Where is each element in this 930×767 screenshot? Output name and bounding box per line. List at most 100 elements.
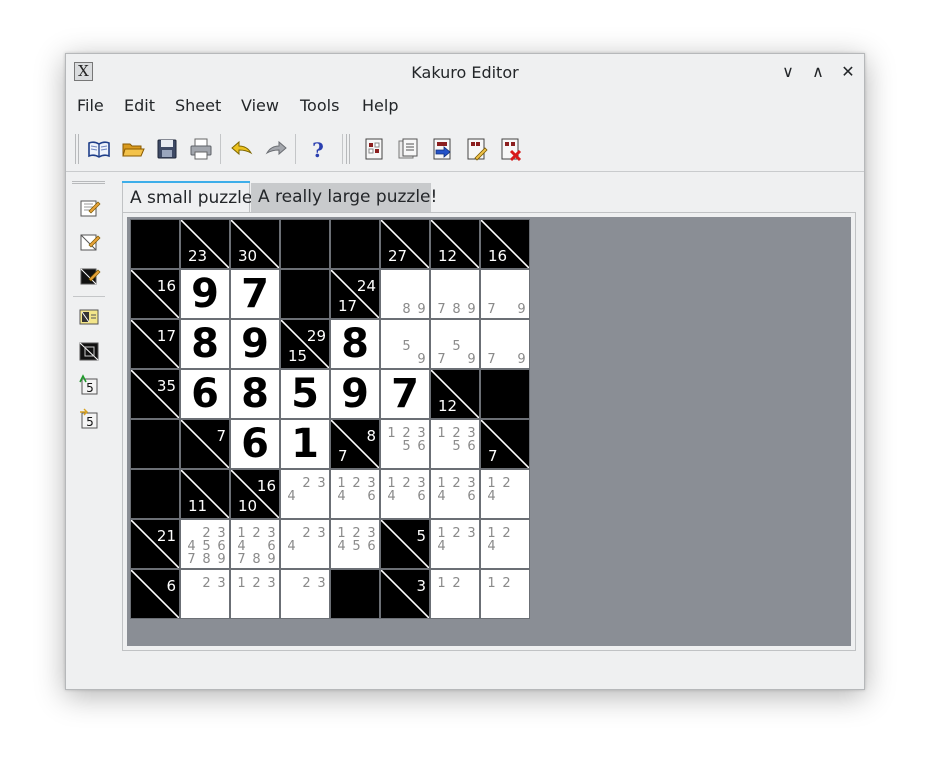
tab-small-puzzle[interactable]: A small puzzle	[122, 181, 252, 212]
open-folder-icon[interactable]	[120, 136, 146, 162]
value-cell[interactable]: 1	[280, 419, 330, 469]
candidate-cell[interactable]: 12346	[330, 469, 380, 519]
candidate-cell[interactable]: 12356	[430, 419, 480, 469]
sheet-copy-icon[interactable]	[395, 136, 421, 162]
clue-cell[interactable]: 16	[480, 219, 530, 269]
clue-cell[interactable]: 7	[480, 419, 530, 469]
value-cell[interactable]: 6	[230, 419, 280, 469]
book-icon[interactable]	[86, 136, 112, 162]
toolbar-grip[interactable]	[75, 134, 79, 164]
value-cell[interactable]: 8	[180, 319, 230, 369]
value-cell[interactable]: 9	[330, 369, 380, 419]
value-cell[interactable]: 8	[230, 369, 280, 419]
clue-cell[interactable]: 29 15	[280, 319, 330, 369]
clue-cell[interactable]: 30	[230, 219, 280, 269]
value-cell[interactable]: 7	[380, 369, 430, 419]
menu-edit[interactable]: Edit	[124, 96, 155, 115]
candidate-cell[interactable]: 1234	[430, 519, 480, 569]
blank-cell[interactable]	[330, 569, 380, 619]
candidate-cell[interactable]: 12	[480, 569, 530, 619]
candidate-cell[interactable]: 79	[480, 269, 530, 319]
clue-cell-icon[interactable]	[76, 304, 102, 330]
blank-cell[interactable]	[130, 219, 180, 269]
clue-cell[interactable]: 24 17	[330, 269, 380, 319]
clue-cell[interactable]: 17	[130, 319, 180, 369]
edit-cell-icon[interactable]	[76, 195, 102, 221]
clue-cell[interactable]: 5	[380, 519, 430, 569]
maximize-button[interactable]: ∧	[806, 60, 830, 84]
menu-tools[interactable]: Tools	[300, 96, 339, 115]
black-cell-icon[interactable]	[76, 263, 102, 289]
sheet-new-icon[interactable]	[361, 136, 387, 162]
kakuro-grid[interactable]: 23 30 27 12 16 16 9 7 24 17 8 9 7 8 9 7 9 17 8 9 29 15 8 5 9 5 7 9 7…	[130, 219, 530, 619]
pencil-mark	[449, 453, 464, 466]
blank-cell[interactable]	[130, 469, 180, 519]
menu-sheet[interactable]: Sheet	[175, 96, 221, 115]
blank-cell[interactable]	[480, 369, 530, 419]
redo-arrow-icon[interactable]	[263, 136, 289, 162]
sheet-export-icon[interactable]	[429, 136, 455, 162]
clue-cell[interactable]: 35	[130, 369, 180, 419]
clue-cell[interactable]: 23	[180, 219, 230, 269]
clue-cell[interactable]: 27	[380, 219, 430, 269]
number-5-alt-icon[interactable]: 5	[76, 406, 102, 432]
candidate-cell[interactable]: 23456789	[180, 519, 230, 569]
save-disk-icon[interactable]	[154, 136, 180, 162]
blank-cell[interactable]	[330, 219, 380, 269]
title-bar[interactable]: X Kakuro Editor ∨ ∧ ✕	[66, 54, 864, 90]
candidate-cell[interactable]: 124	[480, 519, 530, 569]
blank-cell[interactable]	[280, 269, 330, 319]
clue-cell[interactable]: 87	[330, 419, 380, 469]
sheet-delete-icon[interactable]	[497, 136, 523, 162]
help-question-icon[interactable]: ?	[305, 136, 331, 162]
sheet-edit-icon[interactable]	[463, 136, 489, 162]
candidate-cell[interactable]: 124	[480, 469, 530, 519]
undo-arrow-icon[interactable]	[229, 136, 255, 162]
clue-cell[interactable]: 6	[130, 569, 180, 619]
value-cell[interactable]: 9	[230, 319, 280, 369]
clue-cell[interactable]: 12	[430, 219, 480, 269]
clue-cell[interactable]: 12	[430, 369, 480, 419]
clue-cell[interactable]: 11	[180, 469, 230, 519]
candidate-cell[interactable]: 59	[380, 319, 430, 369]
menu-view[interactable]: View	[241, 96, 279, 115]
candidate-cell[interactable]: 12	[430, 569, 480, 619]
value-cell[interactable]: 5	[280, 369, 330, 419]
clue-cell[interactable]: 16	[130, 269, 180, 319]
candidate-cell[interactable]: 12356	[380, 419, 430, 469]
toolbar-grip[interactable]	[346, 134, 350, 164]
blank-cell[interactable]	[280, 219, 330, 269]
clue-cell[interactable]: 21	[130, 519, 180, 569]
candidate-cell[interactable]: 789	[430, 269, 480, 319]
value-cell[interactable]: 9	[180, 269, 230, 319]
solve-cell-icon[interactable]	[76, 338, 102, 364]
value-cell[interactable]: 8	[330, 319, 380, 369]
close-button[interactable]: ✕	[836, 60, 860, 84]
menu-file[interactable]: File	[77, 96, 104, 115]
clue-cell[interactable]: 7	[180, 419, 230, 469]
candidate-cell[interactable]: 79	[480, 319, 530, 369]
menu-help[interactable]: Help	[362, 96, 398, 115]
clue-cell[interactable]: 16 10	[230, 469, 280, 519]
candidate-cell[interactable]: 89	[380, 269, 430, 319]
candidate-cell[interactable]: 123456	[330, 519, 380, 569]
blank-cell[interactable]	[130, 419, 180, 469]
number-5-icon[interactable]: 5	[76, 372, 102, 398]
candidate-cell[interactable]: 23	[180, 569, 230, 619]
value-cell[interactable]: 6	[180, 369, 230, 419]
candidate-cell[interactable]: 123	[230, 569, 280, 619]
candidate-cell[interactable]: 12346	[430, 469, 480, 519]
candidate-cell[interactable]: 23 4	[280, 519, 330, 569]
clue-cell[interactable]: 3	[380, 569, 430, 619]
candidate-cell[interactable]: 23	[280, 569, 330, 619]
candidate-cell[interactable]: 12346789	[230, 519, 280, 569]
tab-large-puzzle[interactable]: A really large puzzle!	[251, 183, 437, 212]
print-icon[interactable]	[188, 136, 214, 162]
candidate-cell[interactable]: 23 4	[280, 469, 330, 519]
side-toolbar-grip[interactable]	[72, 181, 105, 184]
candidate-cell[interactable]: 12346	[380, 469, 430, 519]
edit-cell-alt-icon[interactable]	[76, 229, 102, 255]
candidate-cell[interactable]: 57 9	[430, 319, 480, 369]
minimize-button[interactable]: ∨	[776, 60, 800, 84]
value-cell[interactable]: 7	[230, 269, 280, 319]
